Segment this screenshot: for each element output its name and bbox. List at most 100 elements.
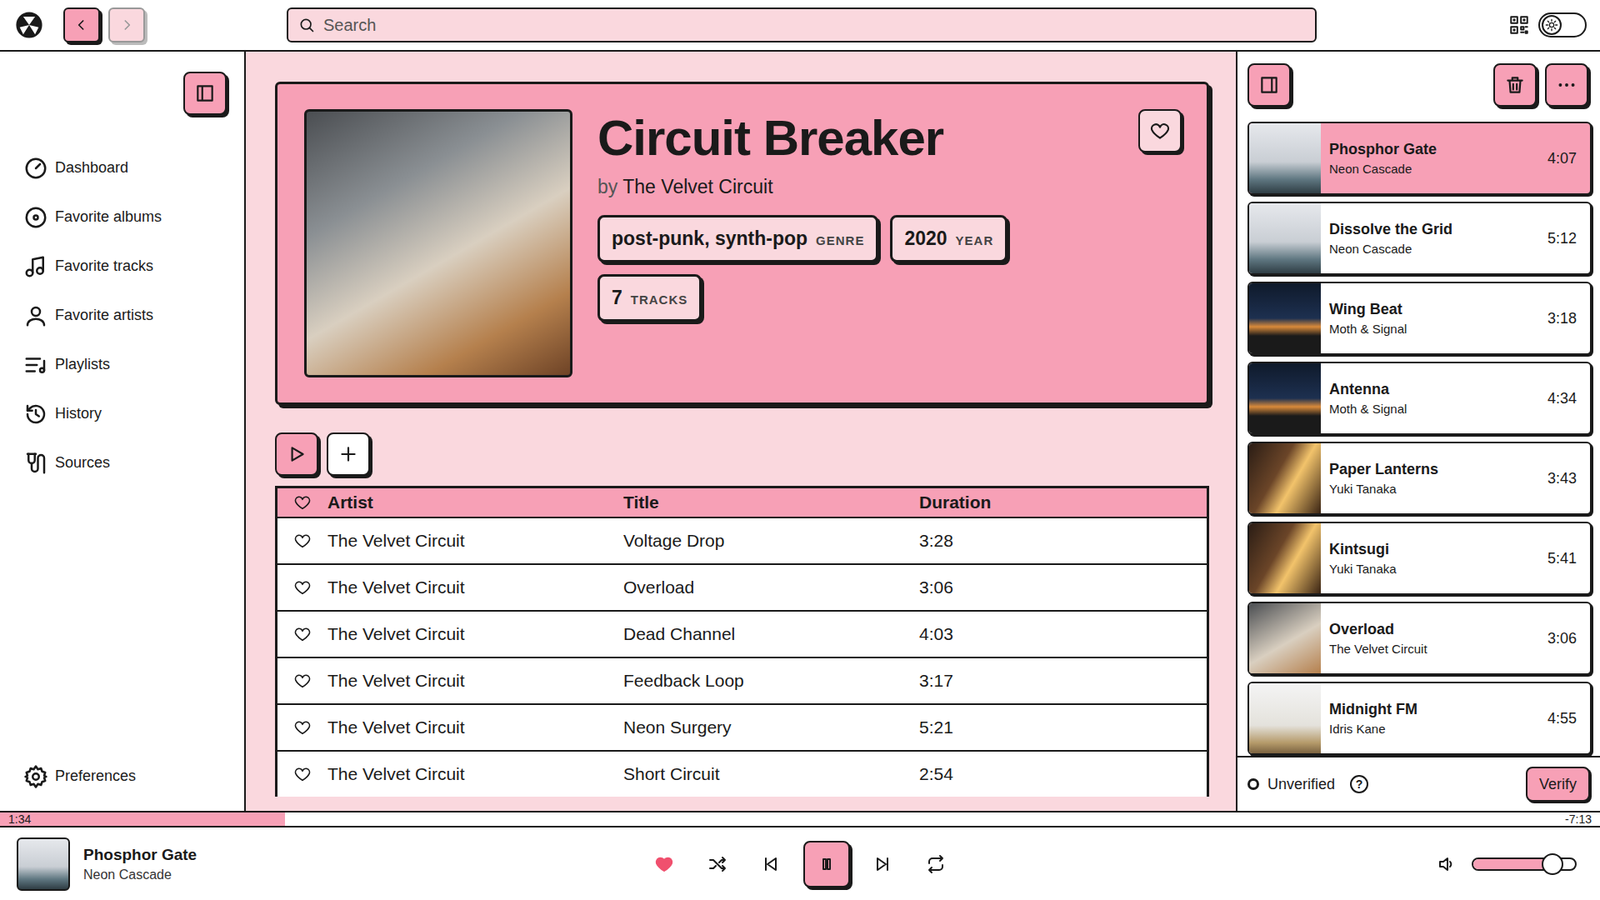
sidebar: Dashboard Favorite albums Favorite track…: [0, 51, 246, 811]
queue-title: Midnight FM: [1329, 700, 1541, 719]
queue-title: Phosphor Gate: [1329, 140, 1541, 159]
remaining-time: -7:13: [1565, 812, 1592, 826]
heart-icon[interactable]: [293, 718, 312, 737]
volume-icon[interactable]: [1436, 854, 1457, 875]
heart-icon[interactable]: [293, 578, 312, 597]
clear-queue-button[interactable]: [1493, 63, 1537, 107]
column-header[interactable]: Duration: [919, 492, 1207, 513]
album-chips: post-punk, synth-pop GENRE2020 YEAR7 TRA…: [597, 215, 1114, 322]
heart-icon: [293, 493, 312, 512]
queue-item[interactable]: Overload The Velvet Circuit 3:06: [1247, 601, 1592, 675]
logo-icon[interactable]: [15, 10, 44, 40]
play-icon: [285, 443, 308, 465]
play-pause-button[interactable]: [803, 840, 850, 888]
track-thumbnail: [1249, 523, 1321, 594]
queue-item[interactable]: Antenna Moth & Signal 4:34: [1247, 361, 1592, 435]
plus-icon: [337, 443, 360, 465]
preferences-item[interactable]: Preferences: [23, 751, 227, 801]
volume-fill: [1473, 859, 1553, 870]
heart-icon[interactable]: [293, 765, 312, 784]
sidebar-item[interactable]: History: [23, 389, 227, 439]
progress-fill: [0, 812, 285, 826]
qr-code-icon[interactable]: [1508, 14, 1530, 36]
sidebar-item[interactable]: Favorite albums: [23, 192, 227, 242]
verify-button[interactable]: Verify: [1525, 766, 1590, 802]
like-button[interactable]: [643, 843, 685, 885]
sidebar-item[interactable]: Favorite tracks: [23, 241, 227, 291]
column-header[interactable]: Artist: [327, 492, 624, 513]
table-row[interactable]: The Velvet Circuit Dead Channel 4:03: [277, 610, 1207, 657]
queue-item[interactable]: Kintsugi Yuki Tanaka 5:41: [1247, 521, 1592, 595]
table-row[interactable]: The Velvet Circuit Voltage Drop 3:28: [277, 516, 1207, 564]
queue-duration: 4:55: [1547, 710, 1590, 728]
trash-icon: [1504, 74, 1526, 96]
volume-slider[interactable]: [1471, 857, 1577, 871]
table-row[interactable]: The Velvet Circuit Short Circuit 2:54: [277, 750, 1207, 797]
shuffle-button[interactable]: [696, 843, 739, 885]
album-cover: [304, 109, 573, 378]
back-button[interactable]: [63, 7, 100, 43]
sidebar-item[interactable]: Playlists: [23, 340, 227, 390]
heart-icon[interactable]: [293, 625, 312, 644]
pause-icon: [816, 854, 837, 875]
previous-button[interactable]: [750, 843, 792, 885]
theme-toggle[interactable]: [1538, 12, 1587, 38]
sidebar-item[interactable]: Dashboard: [23, 143, 227, 193]
queue-toggle-button[interactable]: [1247, 63, 1291, 107]
search-field[interactable]: Search: [286, 7, 1317, 43]
queue-artist: Moth & Signal: [1329, 321, 1541, 336]
sidebar-item[interactable]: Favorite artists: [23, 290, 227, 340]
queue-title: Antenna: [1329, 380, 1541, 399]
sidebar-item[interactable]: Sources: [23, 438, 227, 488]
music-app: Search Dashboard Favorite albums Favorit…: [0, 0, 1600, 900]
heart-icon[interactable]: [293, 531, 312, 550]
queue-item[interactable]: Wing Beat Moth & Signal 3:18: [1247, 281, 1592, 355]
table-row[interactable]: The Velvet Circuit Neon Surgery 5:21: [277, 703, 1207, 750]
table-row[interactable]: The Velvet Circuit Feedback Loop 3:17: [277, 656, 1207, 704]
track-thumbnail: [1249, 283, 1321, 354]
skip-forward-icon: [872, 854, 893, 875]
verification-bar: Unverified ? Verify: [1237, 755, 1600, 811]
add-button[interactable]: [326, 432, 370, 476]
volume-knob[interactable]: [1541, 853, 1564, 875]
progress-bar[interactable]: 1:34 -7:13: [0, 810, 1600, 828]
status-dot: [1247, 778, 1260, 790]
sidebar-toggle-button[interactable]: [183, 71, 227, 115]
table-row[interactable]: The Velvet Circuit Overload 3:06: [277, 563, 1207, 610]
queue-item[interactable]: Midnight FM Idris Kane 4:55: [1247, 681, 1592, 755]
favorite-album-button[interactable]: [1138, 109, 1182, 153]
forward-button[interactable]: [108, 7, 145, 43]
repeat-button[interactable]: [915, 843, 957, 885]
queue-duration: 3:18: [1547, 310, 1590, 328]
column-header[interactable]: Title: [623, 492, 920, 513]
artist-cell: The Velvet Circuit: [327, 717, 624, 738]
help-icon[interactable]: ?: [1350, 775, 1369, 794]
queue-artist: The Velvet Circuit: [1329, 641, 1541, 656]
track-thumbnail: [1249, 443, 1321, 514]
panel-right-icon: [1258, 74, 1280, 96]
queue-list: Phosphor Gate Neon Cascade 4:07 Dissolve…: [1237, 118, 1600, 756]
title-cell: Overload: [623, 577, 920, 598]
queue-item[interactable]: Dissolve the Grid Neon Cascade 5:12: [1247, 201, 1592, 275]
play-album-button[interactable]: [275, 432, 319, 476]
queue-artist: Moth & Signal: [1329, 401, 1541, 416]
next-button[interactable]: [861, 843, 904, 885]
queue-duration: 5:12: [1547, 230, 1590, 248]
queue-artist: Neon Cascade: [1329, 241, 1541, 256]
track-thumbnail: [1249, 203, 1321, 274]
title-cell: Neon Surgery: [623, 717, 920, 738]
plug-icon: [23, 450, 49, 476]
artist-cell: The Velvet Circuit: [327, 670, 624, 691]
track-thumbnail: [1249, 123, 1321, 194]
heart-icon[interactable]: [293, 671, 312, 690]
player-bar: Phosphor Gate Neon Cascade: [0, 827, 1600, 900]
queue-item[interactable]: Paper Lanterns Yuki Tanaka 3:43: [1247, 441, 1592, 515]
skip-back-icon: [760, 854, 781, 875]
more-button[interactable]: [1545, 63, 1589, 107]
person-icon: [23, 303, 49, 329]
album-info: Circuit Breaker by The Velvet Circuit po…: [597, 109, 1114, 378]
chevron-left-icon: [73, 16, 90, 34]
queue-panel: Phosphor Gate Neon Cascade 4:07 Dissolve…: [1235, 51, 1600, 811]
queue-duration: 4:34: [1547, 390, 1590, 408]
queue-item[interactable]: Phosphor Gate Neon Cascade 4:07: [1247, 121, 1592, 195]
